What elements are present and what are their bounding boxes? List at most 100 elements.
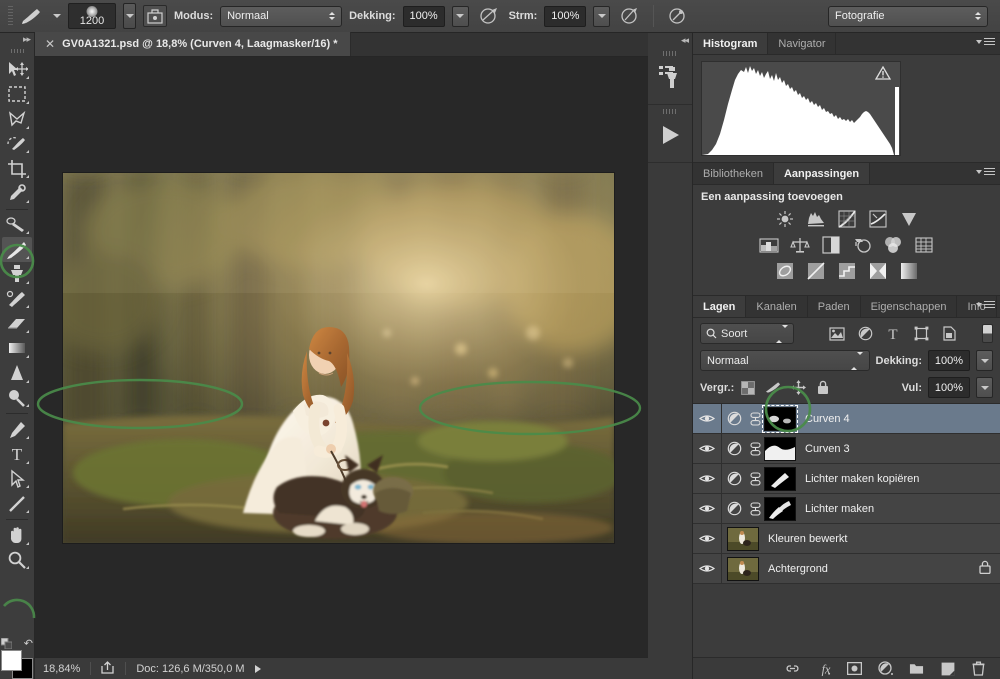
histogram-panel-menu-icon[interactable] (976, 38, 995, 46)
layer-style-icon[interactable]: fx (816, 661, 831, 676)
brush-preset-chevron-down-icon[interactable] (53, 14, 61, 18)
default-colors-icon[interactable] (0, 637, 13, 650)
options-bar-grip[interactable] (8, 5, 13, 27)
layer-blend-mode-select[interactable]: Normaal (700, 350, 870, 371)
table-row[interactable]: Lichter maken kopiëren (693, 464, 1000, 494)
photo-filter-icon[interactable] (851, 235, 873, 255)
blend-mode-select[interactable]: Normaal (220, 5, 343, 27)
selective-color-icon[interactable] (867, 261, 889, 281)
tab-lagen[interactable]: Lagen (693, 296, 747, 317)
layer-visibility-icon[interactable] (693, 554, 722, 583)
tab-kanalen[interactable]: Kanalen (746, 296, 808, 317)
tools-panel-grip[interactable] (10, 48, 24, 54)
brightness-contrast-icon[interactable] (774, 209, 796, 229)
layers-panel-menu-icon[interactable] (976, 301, 995, 309)
status-menu-icon[interactable] (254, 664, 261, 673)
new-adjustment-icon[interactable] (878, 661, 893, 676)
close-icon[interactable]: ✕ (45, 37, 55, 51)
histogram-graph[interactable] (701, 61, 901, 156)
layer-opacity-input[interactable]: 100% (928, 350, 970, 371)
symmetry-icon[interactable] (664, 4, 690, 28)
adjustments-panel-menu-icon[interactable] (976, 168, 995, 176)
levels-icon[interactable] (805, 209, 827, 229)
sidebar-item-blur-tool[interactable] (2, 361, 32, 386)
lock-transparency-icon[interactable] (740, 380, 756, 396)
lock-all-icon[interactable] (815, 380, 831, 396)
table-row[interactable]: Lichter maken (693, 494, 1000, 524)
link-mask-icon[interactable] (746, 441, 764, 456)
filter-pixel-icon[interactable] (826, 324, 848, 344)
sidebar-item-marquee-tool[interactable] (2, 82, 32, 107)
filter-smartobject-icon[interactable] (938, 324, 960, 344)
zoom-level[interactable]: 18,84% (43, 663, 80, 675)
link-mask-icon[interactable] (746, 471, 764, 486)
layer-mask-thumbnail[interactable] (762, 404, 798, 433)
brush-size-chevron-down-icon[interactable] (123, 3, 136, 29)
layer-mask-thumbnail[interactable] (764, 466, 796, 491)
airbrush-icon[interactable] (617, 4, 643, 28)
layer-visibility-icon[interactable] (693, 404, 722, 433)
sidebar-item-brush-tool[interactable] (2, 237, 32, 263)
sidebar-item-eraser-tool[interactable] (2, 311, 32, 336)
flow-input[interactable]: 100% (544, 5, 587, 27)
layer-filter-select[interactable]: Soort (700, 323, 794, 344)
filter-adjustment-icon[interactable] (854, 324, 876, 344)
table-row[interactable]: Achtergrond (693, 554, 1000, 584)
flow-chevron-down-icon[interactable] (593, 5, 611, 27)
share-icon[interactable] (101, 660, 115, 677)
layer-fill-input[interactable]: 100% (928, 377, 970, 398)
workspace-select[interactable]: Fotografie (828, 5, 988, 27)
brush-panel-icon[interactable] (143, 5, 167, 27)
sidebar-item-lasso-tool[interactable] (2, 107, 32, 132)
document-image[interactable] (62, 172, 615, 544)
layer-mask-thumbnail[interactable] (764, 496, 796, 521)
layer-opacity-chevron-down-icon[interactable] (976, 350, 993, 371)
clone-source-panel-icon[interactable] (648, 47, 692, 105)
sidebar-item-crop-tool[interactable] (2, 156, 32, 181)
sidebar-item-eyedropper-tool[interactable] (2, 181, 32, 206)
filter-shape-icon[interactable] (910, 324, 932, 344)
swap-colors-icon[interactable]: ↶ (24, 637, 33, 650)
sidebar-item-history-brush-tool[interactable] (2, 287, 32, 312)
sidebar-item-healing-brush-tool[interactable] (2, 213, 32, 238)
new-group-icon[interactable] (909, 661, 924, 676)
layer-visibility-icon[interactable] (693, 434, 722, 463)
adjustment-layer-icon[interactable] (722, 501, 746, 516)
tab-histogram[interactable]: Histogram (693, 33, 769, 54)
opacity-input[interactable]: 100% (402, 5, 445, 27)
sidebar-item-pen-tool[interactable] (2, 417, 32, 442)
color-balance-icon[interactable] (789, 235, 811, 255)
layer-thumbnail[interactable] (727, 526, 759, 551)
sidebar-item-quick-selection-tool[interactable] (2, 132, 32, 157)
layer-visibility-icon[interactable] (693, 524, 722, 553)
table-row[interactable]: Curven 3 (693, 434, 1000, 464)
foreground-color-swatch[interactable] (1, 649, 22, 671)
table-row[interactable]: Curven 4 (693, 404, 1000, 434)
adjustment-layer-icon[interactable] (722, 441, 746, 456)
adjustment-layer-icon[interactable] (722, 471, 746, 486)
channel-mixer-icon[interactable] (882, 235, 904, 255)
add-mask-icon[interactable] (847, 661, 862, 676)
sidebar-item-move-tool[interactable] (2, 57, 32, 82)
pressure-opacity-icon[interactable] (476, 4, 502, 28)
document-tab[interactable]: ✕ GV0A1321.psd @ 18,8% (Curven 4, Laagma… (35, 32, 351, 56)
table-row[interactable]: Kleuren bewerkt (693, 524, 1000, 554)
sidebar-item-zoom-tool[interactable] (2, 548, 32, 573)
link-layers-icon[interactable] (785, 661, 800, 676)
sidebar-item-clone-stamp-tool[interactable] (2, 262, 32, 287)
brush-preset-icon[interactable] (20, 6, 46, 26)
color-swatches[interactable]: ↶ (0, 637, 33, 679)
posterize-icon[interactable] (805, 261, 827, 281)
tools-collapse-button[interactable]: ▸▸ (0, 33, 34, 46)
lock-image-icon[interactable] (765, 380, 781, 396)
tab-aanpassingen[interactable]: Aanpassingen (773, 163, 871, 184)
curves-icon[interactable] (836, 209, 858, 229)
color-lookup-icon[interactable] (913, 235, 935, 255)
sidebar-item-line-tool[interactable] (2, 491, 32, 516)
sidebar-item-hand-tool[interactable] (2, 523, 32, 548)
hue-saturation-icon[interactable] (758, 235, 780, 255)
link-mask-icon[interactable] (746, 501, 764, 516)
layer-visibility-icon[interactable] (693, 494, 722, 523)
opacity-chevron-down-icon[interactable] (451, 5, 469, 27)
sidebar-item-path-selection-tool[interactable] (2, 467, 32, 492)
